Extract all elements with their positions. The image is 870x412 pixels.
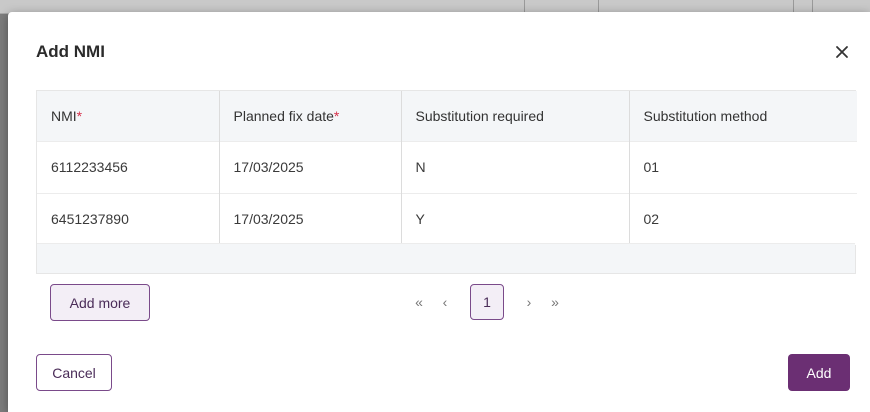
add-button[interactable]: Add <box>788 354 850 391</box>
cell-nmi[interactable]: 6451237890 <box>37 192 220 245</box>
cell-planned-fix-date[interactable]: 17/03/2025 <box>219 140 402 193</box>
table-row[interactable]: 6451237890 17/03/2025 Y 02 <box>37 192 857 245</box>
column-header-substitution-required[interactable]: Substitution required <box>401 91 630 141</box>
nmi-table: NMI* Planned fix date* Substitution requ… <box>36 90 857 274</box>
cell-nmi[interactable]: 6112233456 <box>37 140 220 193</box>
add-more-button[interactable]: Add more <box>50 284 150 321</box>
required-marker: * <box>333 107 340 124</box>
table-footer <box>37 243 855 273</box>
first-page-button[interactable]: « <box>406 284 432 320</box>
required-marker: * <box>76 107 83 124</box>
close-button[interactable] <box>830 40 854 64</box>
cell-planned-fix-date[interactable]: 17/03/2025 <box>219 192 402 245</box>
close-icon <box>836 46 848 58</box>
cell-substitution-method[interactable]: 02 <box>629 192 857 245</box>
column-header-substitution-method[interactable]: Substitution method <box>629 91 857 141</box>
cell-substitution-method[interactable]: 01 <box>629 140 857 193</box>
table-header-row: NMI* Planned fix date* Substitution requ… <box>37 91 857 141</box>
previous-page-button[interactable]: ‹ <box>432 284 458 320</box>
dialog-title: Add NMI <box>36 42 105 61</box>
next-page-button[interactable]: › <box>516 284 542 320</box>
column-header-planned-fix-date[interactable]: Planned fix date* <box>219 91 402 141</box>
add-nmi-dialog: Add NMI NMI* Planned fix date* Substitut… <box>8 12 870 412</box>
pagination: « ‹ 1 › » <box>406 284 568 320</box>
page-button-current[interactable]: 1 <box>470 284 504 320</box>
column-header-nmi[interactable]: NMI* <box>37 91 220 141</box>
cancel-button[interactable]: Cancel <box>36 354 112 391</box>
cell-substitution-required[interactable]: Y <box>401 192 630 245</box>
last-page-button[interactable]: » <box>542 284 568 320</box>
cell-substitution-required[interactable]: N <box>401 140 630 193</box>
table-row[interactable]: 6112233456 17/03/2025 N 01 <box>37 140 857 193</box>
